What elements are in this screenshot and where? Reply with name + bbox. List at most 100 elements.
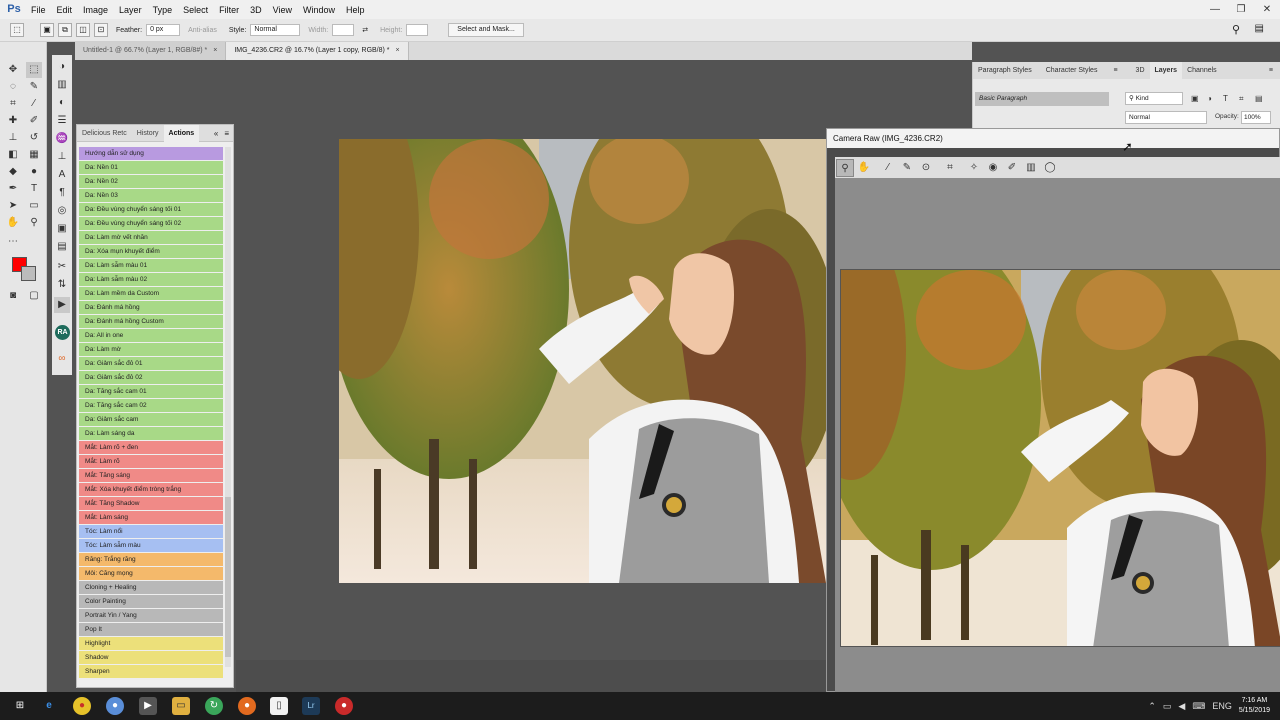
menu-image[interactable]: Image <box>80 5 116 15</box>
hand-tool-icon[interactable]: ✋ <box>855 159 873 177</box>
action-item[interactable]: Hướng dẫn sử dụng <box>79 147 223 160</box>
tab-untitled-1[interactable]: Untitled-1 @ 66.7% (Layer 1, RGB/8#) * × <box>75 42 227 60</box>
action-item[interactable]: Mắt: Tăng sáng <box>79 469 223 482</box>
action-item[interactable]: Mắt: Làm rõ + đen <box>79 441 223 454</box>
lightroom-icon[interactable]: Lr <box>302 697 320 715</box>
camera-raw-preview-image[interactable]: ndows <box>840 269 1280 647</box>
action-item[interactable]: Da: Xóa mụn khuyết điểm <box>79 245 223 258</box>
feather-input[interactable]: 0 px <box>146 24 181 36</box>
tab-img-4236[interactable]: IMG_4236.CR2 @ 16.7% (Layer 1 copy, RGB/… <box>226 42 409 60</box>
menu-file[interactable]: File <box>28 5 54 15</box>
history-panel-icon[interactable]: ⇅ <box>54 277 70 293</box>
menu-type[interactable]: Type <box>150 5 181 15</box>
chrome-icon[interactable]: ● <box>73 697 91 715</box>
action-item[interactable]: Tóc: Làm sẫm màu <box>79 539 223 552</box>
action-item[interactable]: Da: Đều vùng chuyển sáng tối 01 <box>79 203 223 216</box>
radial-filter-tool-icon[interactable]: ◯ <box>1041 159 1059 177</box>
action-item[interactable]: Da: Nền 03 <box>79 189 223 202</box>
media-player-icon[interactable]: ▶ <box>139 697 157 715</box>
height-input[interactable] <box>406 24 429 36</box>
quick-mask-icon[interactable]: ◙ <box>5 288 21 304</box>
antialias-checkbox[interactable]: Anti-alias <box>188 27 217 34</box>
action-item[interactable]: Da: Làm sẫm màu 01 <box>79 259 223 272</box>
add-selection-icon[interactable]: ⧉ <box>58 23 72 37</box>
basic-paragraph-style[interactable]: Basic Paragraph <box>975 92 1109 106</box>
close-icon[interactable]: × <box>213 47 217 54</box>
tab-actions[interactable]: Actions <box>163 124 200 142</box>
tab-delicious-retouch[interactable]: Delicious Retc <box>77 125 132 142</box>
properties-panel-icon[interactable]: ☰ <box>54 113 70 129</box>
gradient-tool-icon[interactable]: ▦ <box>26 147 42 163</box>
color-sampler-tool-icon[interactable]: ✎ <box>898 159 916 177</box>
tab-layers[interactable]: Layers <box>1149 62 1183 79</box>
width-input[interactable] <box>332 24 355 36</box>
paragraph-panel-icon[interactable]: ¶ <box>54 185 70 201</box>
panel-menu-icon[interactable]: ≡ <box>224 129 229 138</box>
type-filter-icon[interactable]: T <box>1223 94 1228 103</box>
menu-window[interactable]: Window <box>300 5 343 15</box>
zoom-tool-icon[interactable]: ⚲ <box>26 215 42 231</box>
action-item[interactable]: Răng: Trắng răng <box>79 553 223 566</box>
collapse-icon[interactable]: « <box>214 129 218 138</box>
volume-icon[interactable]: ◀ <box>1178 701 1185 712</box>
navigator-panel-icon[interactable]: ▤ <box>54 239 70 255</box>
action-item[interactable]: Da: Tăng sắc cam 02 <box>79 399 223 412</box>
healing-tool-icon[interactable]: ✚ <box>5 113 21 129</box>
opacity-input[interactable]: 100% <box>1241 111 1271 124</box>
action-item[interactable]: Da: Làm mờ vết nhăn <box>79 231 223 244</box>
brush-panel-icon[interactable]: ♒ <box>54 131 70 147</box>
action-item[interactable]: Da: Đánh má hồng Custom <box>79 315 223 328</box>
action-item[interactable]: Mắt: Làm rõ <box>79 455 223 468</box>
pixel-filter-icon[interactable]: ▣ <box>1191 94 1199 103</box>
targeted-adjust-tool-icon[interactable]: ⊙ <box>917 159 935 177</box>
tab-history[interactable]: History <box>132 125 164 142</box>
subtract-selection-icon[interactable]: ◫ <box>76 23 90 37</box>
hand-tool-icon[interactable]: ✋ <box>5 215 21 231</box>
show-hidden-icons-icon[interactable]: ⌃ <box>1148 701 1156 712</box>
layer-kind-filter[interactable]: ⚲ Kind <box>1125 92 1183 105</box>
clone-source-panel-icon[interactable]: ⊥ <box>54 149 70 165</box>
marquee-tool-preset-icon[interactable]: ⬚ <box>10 23 24 37</box>
action-item[interactable]: Da: Nền 01 <box>79 161 223 174</box>
notepad-icon[interactable]: ▯ <box>270 697 288 715</box>
screen-mode-icon[interactable]: ▢ <box>26 288 42 304</box>
actions-scrollbar[interactable] <box>225 147 231 667</box>
tab-character-styles[interactable]: Character Styles <box>1041 62 1103 79</box>
swap-icon[interactable]: ⇄ <box>362 26 368 34</box>
action-item[interactable]: Portrait Yin / Yang <box>79 609 223 622</box>
quick-select-tool-icon[interactable]: ✎ <box>26 79 42 95</box>
panel-menu-icon[interactable]: ≡ <box>1264 62 1278 79</box>
zoom-tool-icon[interactable]: ⚲ <box>836 158 854 177</box>
eraser-tool-icon[interactable]: ◧ <box>5 147 21 163</box>
color-panel-icon[interactable]: ◑ <box>54 59 70 75</box>
intersect-selection-icon[interactable]: ⊡ <box>94 23 108 37</box>
white-balance-tool-icon[interactable]: ⁄ <box>879 159 897 177</box>
menu-view[interactable]: View <box>270 5 300 15</box>
actions-panel-icon[interactable]: ▶ <box>54 297 70 313</box>
green-app-icon[interactable]: ↻ <box>205 697 223 715</box>
action-item[interactable]: Mắt: Làm sáng <box>79 511 223 524</box>
plugin-infinity-icon[interactable]: ∞ <box>54 351 70 367</box>
more-tools-icon[interactable]: ⋯ <box>5 234 21 250</box>
scrollbar-thumb[interactable] <box>225 497 231 657</box>
language-indicator[interactable]: ENG <box>1212 701 1232 711</box>
keyboard-icon[interactable]: ⌨ <box>1192 701 1205 712</box>
select-and-mask-button[interactable]: Select and Mask... <box>448 23 524 37</box>
character-panel-icon[interactable]: A <box>54 167 70 183</box>
adjustments-panel-icon[interactable]: ◐ <box>54 95 70 111</box>
rectangle-tool-icon[interactable]: ▭ <box>26 198 42 214</box>
action-item[interactable]: Da: Tăng sắc cam 01 <box>79 385 223 398</box>
menu-layer[interactable]: Layer <box>116 5 150 15</box>
panel-menu-icon[interactable]: ≡ <box>1108 62 1122 79</box>
firefox-icon[interactable]: ● <box>238 697 256 715</box>
brush-tool-icon[interactable]: ✐ <box>26 113 42 129</box>
lasso-tool-icon[interactable]: ◌ <box>5 79 21 95</box>
action-item[interactable]: Môi: Căng mọng <box>79 567 223 580</box>
minimize-button[interactable]: — <box>1202 0 1228 19</box>
crop-tool-icon[interactable]: ⌗ <box>941 159 959 177</box>
action-item[interactable]: Da: Làm sáng da <box>79 427 223 440</box>
tab-channels[interactable]: Channels <box>1182 62 1222 79</box>
shape-filter-icon[interactable]: ⌗ <box>1239 94 1244 104</box>
close-icon[interactable]: × <box>396 47 400 54</box>
menu-help[interactable]: Help <box>343 5 373 15</box>
